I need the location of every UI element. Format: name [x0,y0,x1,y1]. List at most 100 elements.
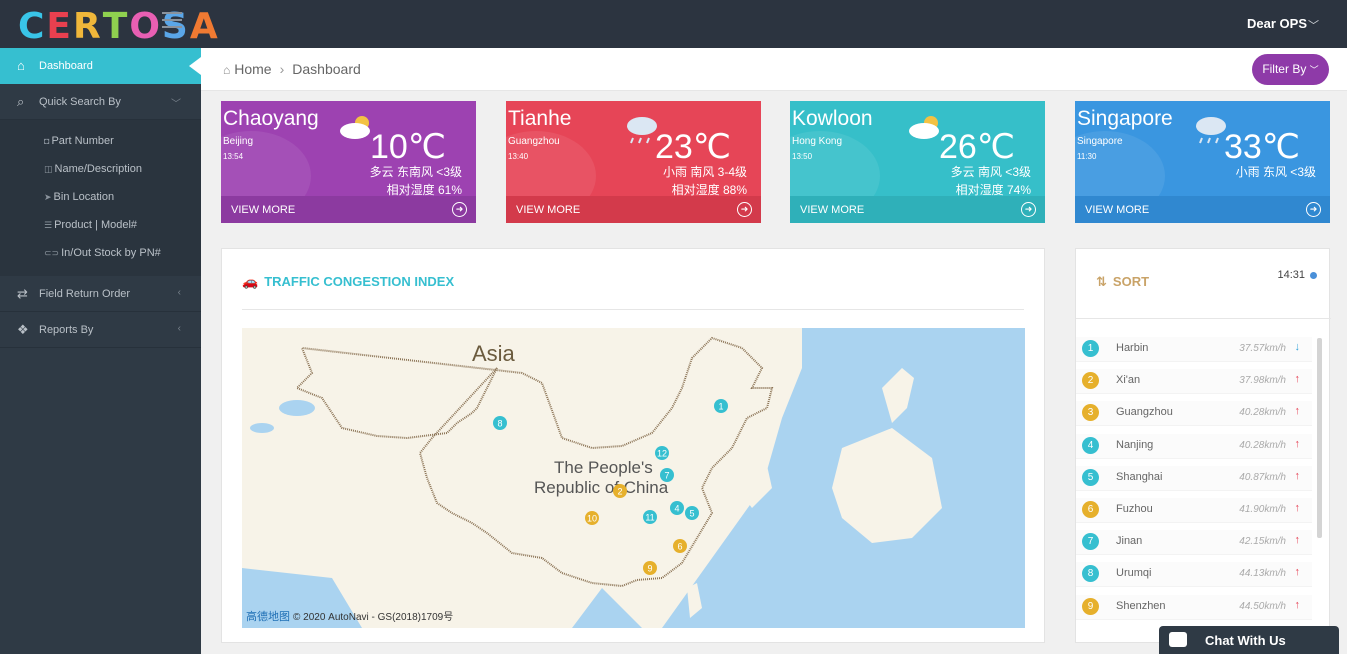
panel-title: ⇅ SORT [1096,274,1149,290]
weather-region: Beijing [223,136,254,147]
sidebar-subitem-name-description[interactable]: ◫ Name/Description [44,163,142,175]
sidebar-item-label: Quick Search By [39,96,121,108]
map-marker[interactable]: 7 [660,468,674,482]
weather-card[interactable]: Kowloon Hong Kong 13:50 26℃ 多云 南风 <3级 相对湿度 74… [790,101,1045,223]
weather-city: Chaoyang [223,107,319,130]
rank-badge: 9 [1082,597,1099,615]
map-credit-text: © 2020 AutoNavi - GS(2018)1709号 [293,612,454,623]
map-label-continent: Asia [472,341,516,366]
weather-region: Singapore [1077,136,1123,147]
home-icon: ⌂ [223,63,231,77]
weather-city: Singapore [1077,107,1173,130]
map-marker[interactable]: 5 [685,506,699,520]
view-more-link[interactable]: VIEW MORE [800,204,864,216]
traffic-map[interactable]: Asia The People's Republic of China 1245… [242,328,1025,628]
view-more-link[interactable]: VIEW MORE [516,204,580,216]
map-provider-logo: 高德地图 [246,611,290,623]
view-more-bar[interactable]: VIEW MORE ➜ [1075,196,1330,223]
ranking-row[interactable]: 6 Fuzhou 41.90km/h ↑ [1076,498,1312,523]
scrollbar[interactable] [1317,338,1322,538]
car-icon: 🚗 [242,274,259,289]
map-marker[interactable]: 10 [585,511,599,525]
map-marker-label: 5 [689,509,694,519]
trend-arrow-icon: ↑ [1294,502,1301,514]
filter-by-label: Filter By [1262,62,1307,76]
toggle-icon: ⊂⊃ [44,248,60,258]
view-more-bar[interactable]: VIEW MORE ➜ [221,196,476,223]
sidebar-subitem-label: Part Number [51,135,114,147]
weather-region: Guangzhou [508,136,560,147]
weather-card[interactable]: Chaoyang Beijing 13:54 10℃ 多云 东南风 <3级 相对湿度 61… [221,101,476,223]
rank-badge: 8 [1082,565,1099,583]
map-marker[interactable]: 6 [673,539,687,553]
filter-by-button[interactable]: Filter By ﹀ [1252,54,1329,85]
view-more-bar[interactable]: VIEW MORE ➜ [790,196,1045,223]
map-marker[interactable]: 9 [643,561,657,575]
map-canvas: Asia The People's Republic of China 124 5… [242,328,1025,628]
map-marker[interactable]: 2 [613,484,627,498]
rank-badge: 2 [1082,372,1099,390]
weather-wind: 小雨 东风 <3级 [1235,165,1316,179]
sidebar: ⌂ Dashboard ⌕ Quick Search By ﹀ ◘ Part Nu… [0,48,201,654]
sidebar-item-quick-search[interactable]: ⌕ Quick Search By ﹀ [0,84,201,120]
breadcrumb-home[interactable]: Home [234,61,271,77]
chat-with-us-button[interactable]: Chat With Us [1159,626,1339,654]
weather-temperature: 23℃ [654,128,731,166]
user-menu[interactable]: Dear OPS [1247,16,1307,31]
ranking-row[interactable]: 8 Urumqi 44.13km/h ↑ [1076,562,1312,588]
rank-badge: 6 [1082,501,1099,518]
app-logo[interactable]: CERTOSA [18,6,220,47]
map-marker[interactable]: 11 [643,510,657,524]
trend-arrow-icon: ↑ [1294,469,1301,482]
view-more-bar[interactable]: VIEW MORE ➜ [506,196,761,223]
map-marker-label: 6 [677,542,682,552]
arrow-right-circle-icon[interactable]: ➜ [1306,202,1321,217]
ranking-row[interactable]: 7 Jinan 42.15km/h ↑ [1076,530,1312,556]
status-dot [1310,272,1317,279]
sidebar-subitem-bin-location[interactable]: ➤ Bin Location [44,191,114,203]
update-time: 14:31 [1277,269,1305,281]
rank-speed: 40.28km/h [1239,439,1286,451]
rank-speed: 41.90km/h [1239,504,1286,515]
hamburger-menu-icon[interactable] [162,12,182,30]
ranking-row[interactable]: 4 Nanjing 40.28km/h ↑ [1076,433,1312,459]
map-marker-label: 9 [647,564,652,574]
sidebar-subitem-inout-stock[interactable]: ⊂⊃ In/Out Stock by PN# [44,247,161,259]
rank-city: Guangzhou [1116,406,1173,419]
arrow-right-circle-icon[interactable]: ➜ [737,202,752,217]
map-marker-label: 11 [645,513,654,523]
weather-card[interactable]: Singapore Singapore 11:30 33℃ 小雨 东风 <3级 VIEW … [1075,101,1330,223]
search-icon: ⌕ [17,94,25,109]
rank-speed: 42.15km/h [1239,536,1286,548]
ranking-row[interactable]: 3 Guangzhou 40.28km/h ↑ [1076,401,1312,427]
ranking-row[interactable]: 5 Shanghai 40.87km/h ↑ [1076,465,1312,491]
ranking-row[interactable]: 2 Xi'an 37.98km/h ↑ [1076,369,1312,395]
sidebar-item-field-return-order[interactable]: ⇄ Field Return Order ‹ [0,276,201,312]
content-header: ⌂ Home › Dashboard Filter By ﹀ [201,48,1347,91]
sidebar-item-reports-by[interactable]: ❖ Reports By ‹ [0,312,201,348]
sidebar-subitem-product-model[interactable]: ☰ Product | Model# [44,219,137,231]
ranking-row[interactable]: 1 Harbin 37.57km/h ↓ [1076,337,1312,362]
breadcrumb-current: Dashboard [292,61,361,77]
arrow-right-circle-icon[interactable]: ➜ [1021,202,1036,217]
sidebar-subitem-part-number[interactable]: ◘ Part Number [44,135,114,147]
rank-city: Harbin [1116,342,1149,354]
ranking-row[interactable]: 9 Shenzhen 44.50km/h ↑ [1076,594,1312,620]
weather-card[interactable]: Tianhe Guangzhou 13:40 23℃ 小雨 南风 3-4级 相对湿度 88… [506,101,761,223]
map-marker[interactable]: 12 [655,446,669,460]
chevron-down-icon[interactable]: ﹀ [1308,17,1319,33]
sidebar-subitem-label: Name/Description [54,163,142,175]
weather-temperature: 10℃ [369,128,446,166]
map-marker[interactable]: 8 [493,416,507,430]
rank-badge: 5 [1082,468,1099,486]
sidebar-item-dashboard[interactable]: ⌂ Dashboard [0,48,201,84]
view-more-link[interactable]: VIEW MORE [1085,204,1149,216]
arrow-right-circle-icon[interactable]: ➜ [452,202,467,217]
trend-arrow-icon: ↑ [1294,598,1301,611]
weather-time: 13:40 [508,152,529,161]
map-marker[interactable]: 1 [714,399,728,413]
view-more-link[interactable]: VIEW MORE [231,204,295,216]
sidebar-subitem-label: Bin Location [53,191,115,203]
map-marker[interactable]: 4 [670,501,684,515]
sort-alpha-icon: ⇅ [1096,274,1107,289]
